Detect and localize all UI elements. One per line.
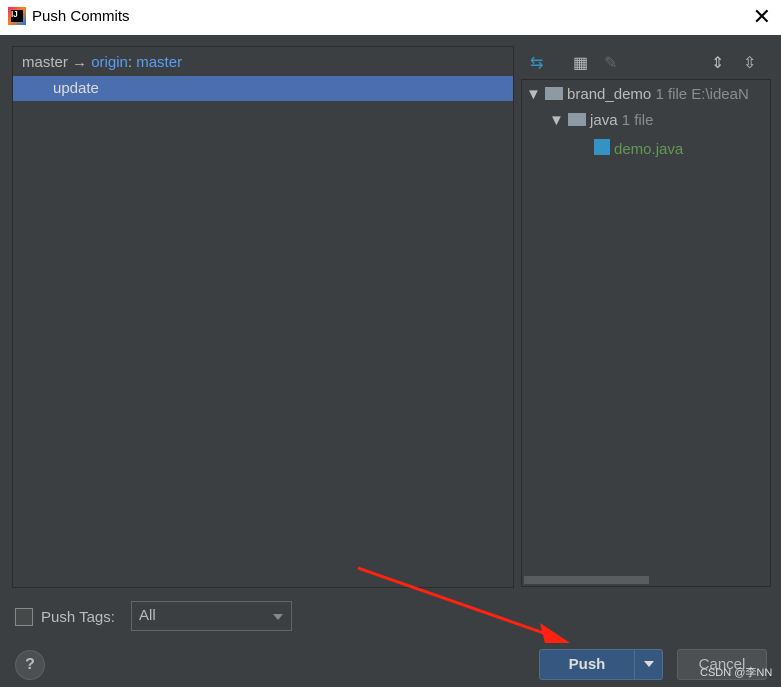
push-tags-label: Push Tags: bbox=[41, 609, 115, 626]
java-file-icon bbox=[594, 139, 610, 155]
push-label[interactable]: Push bbox=[540, 650, 634, 679]
close-button[interactable]: ✕ bbox=[753, 4, 771, 30]
module-folder-icon bbox=[545, 87, 564, 100]
tree-node-file[interactable]: demo.java bbox=[594, 139, 683, 158]
chevron-down-icon bbox=[273, 614, 283, 620]
expand-all-icon[interactable]: ⇕ bbox=[711, 53, 724, 73]
remote-link[interactable]: origin bbox=[91, 54, 128, 71]
group-by-icon[interactable]: ▦ bbox=[573, 53, 588, 73]
commit-row[interactable]: update bbox=[13, 76, 513, 101]
tree-node-folder[interactable]: ▼ java 1 file bbox=[549, 112, 653, 129]
branch-mapping: master → origin: master bbox=[22, 54, 182, 71]
changes-tree: ▼ brand_demo 1 file E:\ideaN ▼ java 1 fi… bbox=[521, 79, 771, 587]
folder-icon bbox=[568, 113, 587, 126]
source-branch: master bbox=[22, 54, 68, 71]
push-button[interactable]: Push bbox=[539, 649, 663, 680]
push-options-dropdown[interactable] bbox=[634, 650, 663, 679]
collapse-all-icon[interactable]: ⇳ bbox=[743, 53, 756, 73]
commit-message: update bbox=[53, 80, 99, 97]
watermark: CSDN @李NN bbox=[700, 667, 773, 679]
collapse-diff-icon[interactable]: ⇆ bbox=[530, 53, 543, 73]
help-button[interactable]: ? bbox=[15, 650, 45, 680]
changes-panel: ⇆ ▦ ✎ ⇕ ⇳ ▼ brand_demo 1 file E:\ideaN ▼… bbox=[521, 46, 771, 587]
tags-select[interactable]: All bbox=[131, 601, 292, 631]
red-arrow-annotation bbox=[357, 566, 570, 643]
intellij-logo-icon: IJ bbox=[8, 7, 26, 25]
chevron-down-icon bbox=[644, 661, 654, 667]
push-tags-checkbox[interactable] bbox=[15, 608, 33, 626]
arrow-icon: → bbox=[72, 54, 88, 71]
commits-panel: master → origin: master update bbox=[12, 46, 514, 588]
title-bar: IJ Push Commits ✕ bbox=[0, 0, 781, 35]
tree-node-root[interactable]: ▼ brand_demo 1 file E:\ideaN bbox=[526, 86, 749, 103]
edit-icon[interactable]: ✎ bbox=[604, 53, 617, 73]
expand-arrow-icon[interactable]: ▼ bbox=[526, 86, 541, 103]
expand-arrow-icon[interactable]: ▼ bbox=[549, 112, 564, 129]
window-title: Push Commits bbox=[32, 8, 130, 25]
separator: : bbox=[127, 54, 133, 71]
target-branch-link[interactable]: master bbox=[136, 54, 182, 71]
